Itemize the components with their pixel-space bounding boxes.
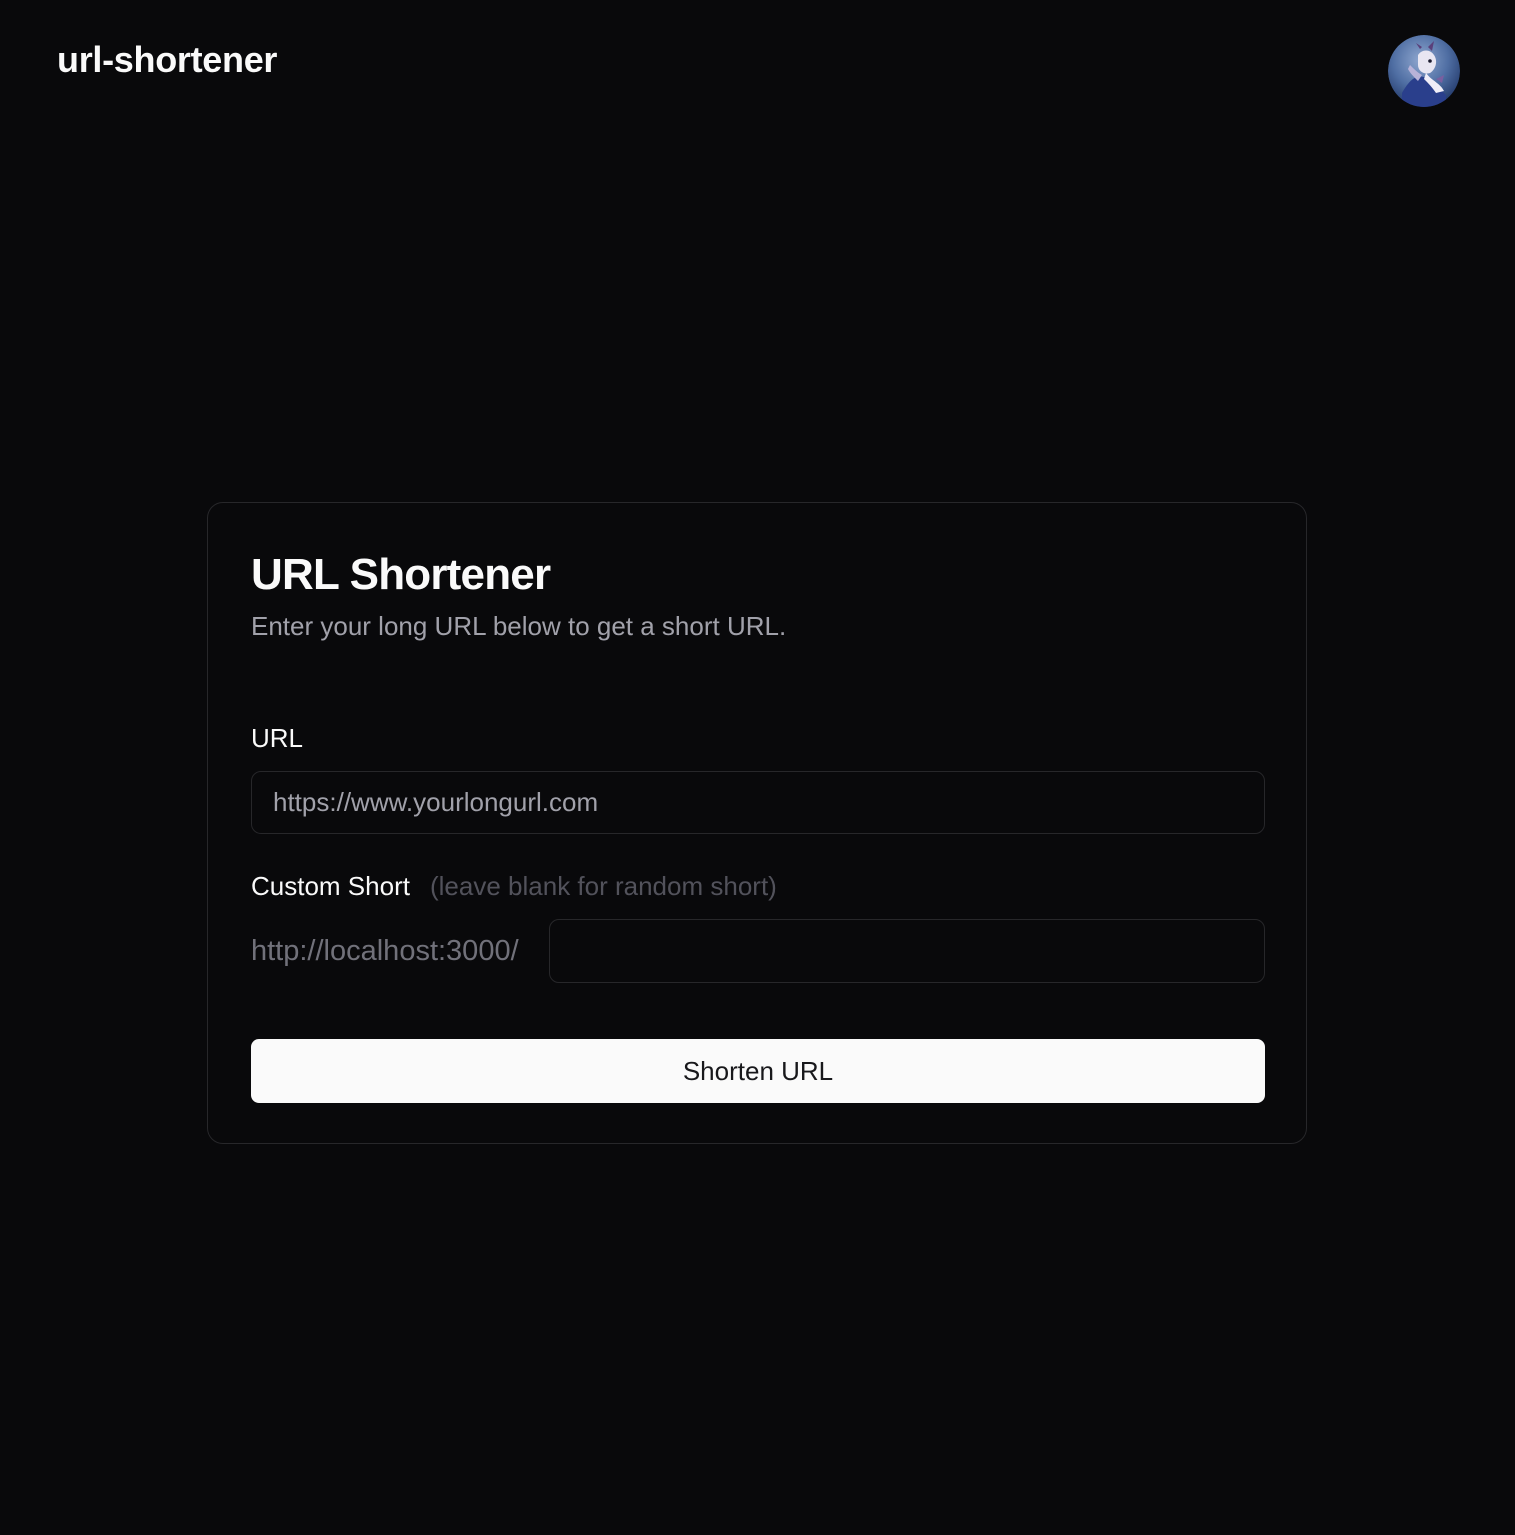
- user-avatar[interactable]: [1388, 35, 1460, 107]
- card-title: URL Shortener: [251, 550, 551, 599]
- custom-short-input[interactable]: [549, 919, 1265, 983]
- url-label: URL: [251, 723, 304, 753]
- card-description: Enter your long URL below to get a short…: [251, 611, 787, 641]
- shortener-card: URL Shortener Enter your long URL below …: [207, 502, 1307, 1144]
- custom-short-hint: (leave blank for random short): [430, 871, 777, 901]
- custom-short-label: Custom Short: [251, 871, 410, 901]
- avatar-icon: [1388, 35, 1460, 107]
- url-input[interactable]: [251, 771, 1265, 834]
- top-bar: url-shortener: [0, 0, 1515, 130]
- brand-title[interactable]: url-shortener: [57, 38, 277, 82]
- shorten-url-button[interactable]: Shorten URL: [251, 1039, 1265, 1103]
- short-url-prefix: http://localhost:3000/: [251, 935, 519, 967]
